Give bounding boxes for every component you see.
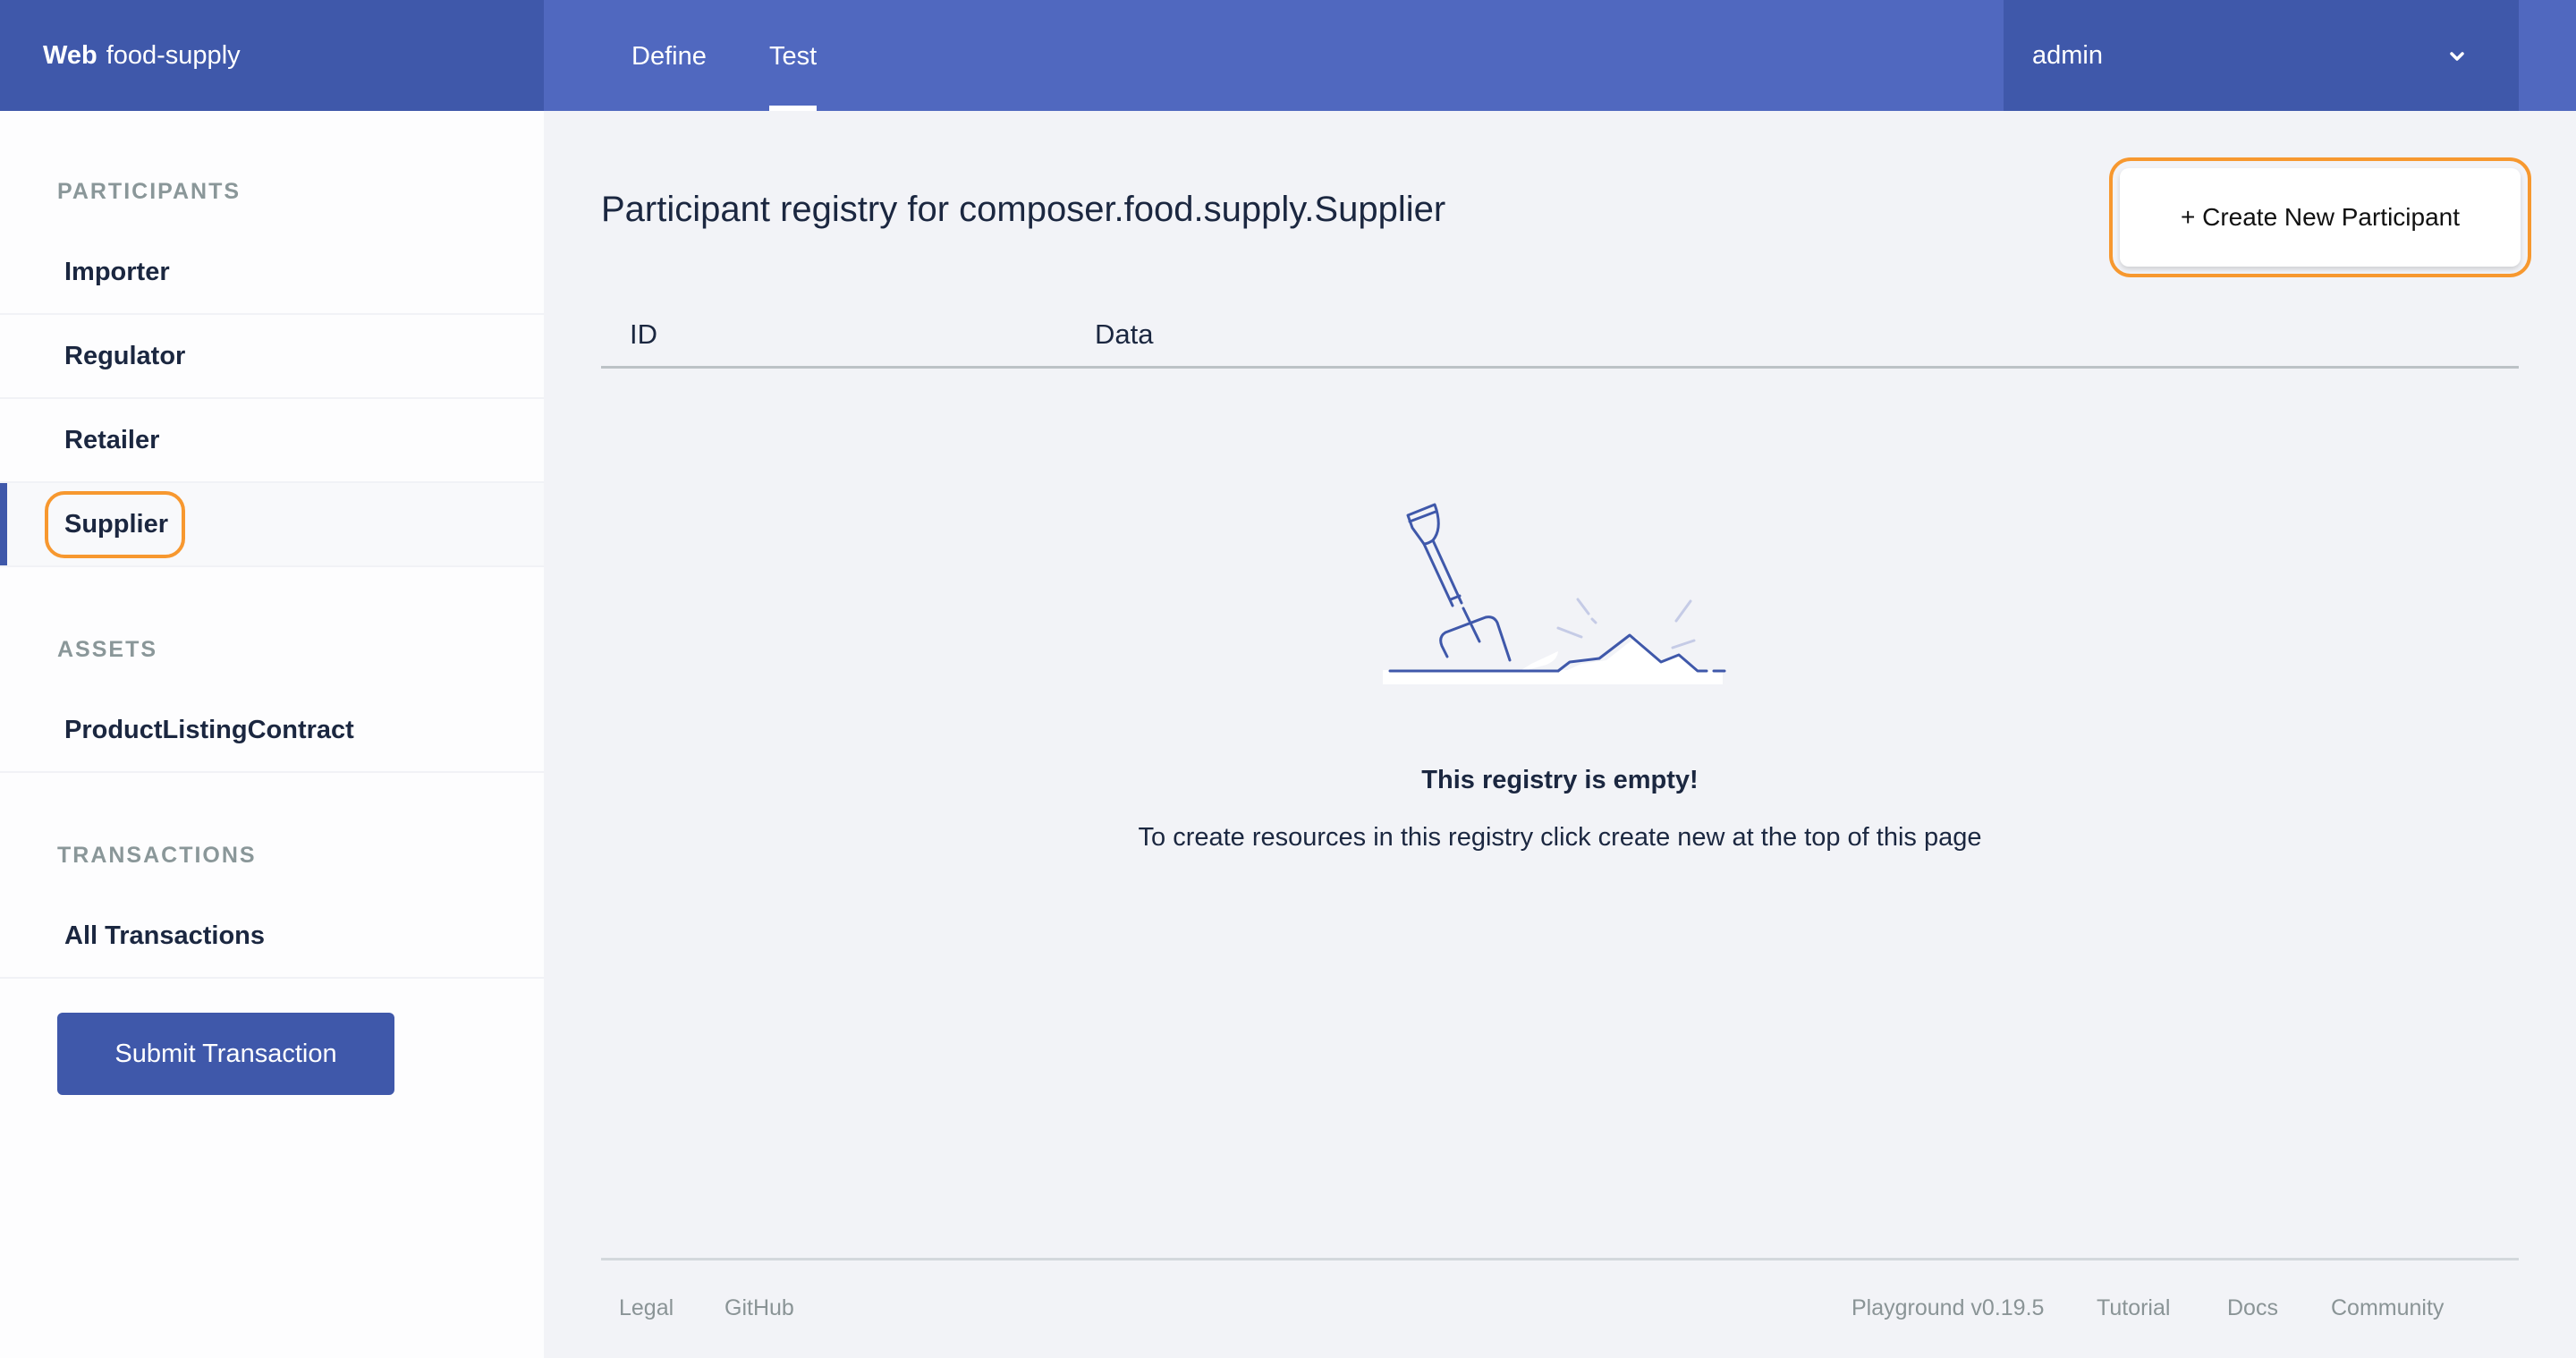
chevron-down-icon: [2450, 52, 2464, 61]
sidebar-item-regulator[interactable]: Regulator: [0, 315, 544, 399]
submit-transaction-button[interactable]: Submit Transaction: [57, 1013, 394, 1095]
user-name: admin: [2032, 41, 2103, 70]
empty-state-description: To create resources in this registry cli…: [1138, 823, 1982, 852]
section-title-transactions: TRANSACTIONS: [57, 843, 257, 868]
sidebar-item-importer[interactable]: Importer: [0, 231, 544, 315]
empty-state-title: This registry is empty!: [1421, 766, 1699, 794]
active-item-indicator: [0, 483, 7, 565]
sidebar-item-productlistingcontract[interactable]: ProductListingContract: [0, 689, 544, 773]
footer-link-community[interactable]: Community: [2331, 1295, 2444, 1321]
footer-version: Playground v0.19.5: [1852, 1295, 2045, 1320]
sidebar-item-label: Supplier: [64, 510, 169, 539]
sidebar-item-label: All Transactions: [64, 921, 266, 950]
sidebar-item-label: Regulator: [64, 342, 186, 370]
sidebar-item-all-transactions[interactable]: All Transactions: [0, 895, 544, 979]
sidebar-item-retailer[interactable]: Retailer: [0, 399, 544, 483]
sidebar-item-label: Retailer: [64, 426, 160, 454]
tab-define[interactable]: Define: [631, 0, 707, 111]
footer-link-tutorial[interactable]: Tutorial: [2097, 1295, 2170, 1321]
sidebar: PARTICIPANTS Importer Regulator Retailer…: [0, 111, 544, 1358]
tab-test-label: Test: [769, 42, 818, 71]
column-header-data: Data: [1095, 318, 1154, 350]
app-brand[interactable]: Web food-supply: [0, 0, 544, 111]
column-header-id: ID: [630, 318, 657, 350]
tab-define-label: Define: [631, 42, 707, 71]
top-header: Web food-supply Define Test admin: [0, 0, 2576, 111]
footer-link-github[interactable]: GitHub: [724, 1295, 794, 1321]
active-tab-indicator: [769, 106, 818, 111]
footer-link-docs[interactable]: Docs: [2227, 1295, 2278, 1321]
brand-name: food-supply: [106, 41, 241, 70]
brand-prefix: Web: [43, 41, 97, 70]
registry-table-header: ID Data: [601, 304, 2519, 369]
tab-test[interactable]: Test: [769, 0, 818, 111]
footer-link-legal[interactable]: Legal: [619, 1295, 674, 1321]
shovel-icon: [1383, 503, 1726, 684]
sidebar-item-label: Importer: [64, 258, 170, 286]
sidebar-item-label: ProductListingContract: [64, 716, 354, 744]
footer-divider: [601, 1258, 2519, 1260]
page-title: Participant registry for composer.food.s…: [601, 190, 1446, 229]
section-title-participants: PARTICIPANTS: [57, 179, 242, 204]
sidebar-item-supplier[interactable]: Supplier: [0, 483, 544, 567]
user-dropdown[interactable]: admin: [2004, 0, 2519, 111]
create-new-participant-button[interactable]: + Create New Participant: [2120, 168, 2521, 267]
section-title-assets: ASSETS: [57, 637, 158, 662]
